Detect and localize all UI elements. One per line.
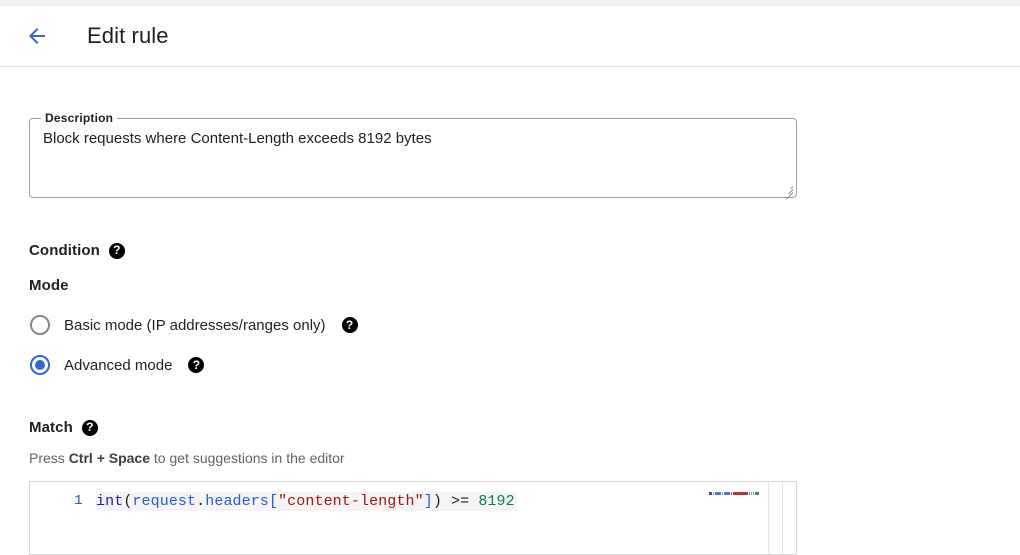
mode-heading: Mode (29, 277, 1020, 294)
minimap-block (714, 491, 721, 495)
match-code-editor[interactable]: 1 int(request.headers["content-length"])… (29, 481, 797, 555)
page-content: Description Condition ? Mode Basic mode … (0, 111, 1020, 555)
minimap-block (750, 491, 752, 495)
mode-radio-group: Basic mode (IP addresses/ranges only) ? … (29, 310, 1020, 380)
code-token-string: "content-length" (278, 493, 424, 510)
code-token-operator: >= (441, 493, 479, 510)
editor-code-line[interactable]: int(request.headers["content-length"]) >… (96, 492, 517, 511)
code-token-number: 8192 (478, 493, 515, 510)
code-token-keyword: int (96, 493, 124, 510)
radio-advanced-mode[interactable]: Advanced mode ? (29, 350, 1020, 380)
mode-heading-label: Mode (29, 277, 69, 294)
minimap-block (723, 491, 731, 495)
minimap-block (709, 491, 712, 495)
match-hint-prefix: Press (29, 450, 69, 466)
code-token-bracket: [ (268, 493, 279, 510)
condition-heading: Condition ? (29, 242, 1020, 259)
page-title: Edit rule (87, 23, 169, 48)
editor-overview-ruler[interactable] (782, 482, 796, 554)
code-token-bracket: ] (423, 493, 433, 510)
match-hint-suffix: to get suggestions in the editor (150, 450, 345, 466)
editor-minimap[interactable] (707, 482, 769, 554)
match-hint: Press Ctrl + Space to get suggestions in… (29, 449, 1020, 467)
match-heading: Match ? (29, 419, 1020, 436)
editor-minimap-divider (768, 482, 769, 554)
advanced-mode-help-icon[interactable]: ? (188, 357, 205, 373)
minimap-block (733, 491, 748, 495)
condition-heading-label: Condition (29, 242, 100, 259)
description-label: Description (41, 111, 118, 125)
match-hint-shortcut: Ctrl + Space (68, 450, 151, 466)
radio-basic-mode[interactable]: Basic mode (IP addresses/ranges only) ? (29, 310, 1020, 340)
radio-basic-mode-mark[interactable] (30, 315, 50, 335)
editor-code-area[interactable]: int(request.headers["content-length"]) >… (96, 482, 796, 554)
description-field[interactable]: Description (29, 111, 797, 200)
minimap-block (748, 491, 750, 495)
code-token-punct: ) (432, 493, 442, 510)
minimap-block (752, 491, 755, 495)
radio-advanced-mode-mark[interactable] (30, 355, 50, 375)
textarea-resize-handle[interactable] (782, 183, 794, 200)
code-token-punct: . (196, 493, 206, 510)
radio-basic-mode-label: Basic mode (IP addresses/ranges only) (64, 316, 326, 334)
code-token-ident: request (132, 493, 197, 510)
page-header: Edit rule (0, 6, 1020, 67)
match-heading-label: Match (29, 419, 73, 436)
minimap-block (731, 491, 733, 495)
editor-line-number: 1 (74, 493, 83, 509)
back-arrow-icon[interactable] (20, 19, 54, 53)
minimap-block (721, 491, 723, 495)
description-input[interactable] (43, 129, 783, 181)
basic-mode-help-icon[interactable]: ? (341, 317, 358, 333)
minimap-block (755, 491, 760, 495)
radio-advanced-mode-label: Advanced mode (64, 356, 173, 374)
minimap-line (707, 491, 769, 495)
condition-help-icon[interactable]: ? (108, 242, 125, 259)
match-help-icon[interactable]: ? (81, 419, 98, 436)
minimap-block (712, 491, 714, 495)
code-token-ident: headers (205, 493, 269, 510)
editor-gutter: 1 (30, 482, 96, 554)
